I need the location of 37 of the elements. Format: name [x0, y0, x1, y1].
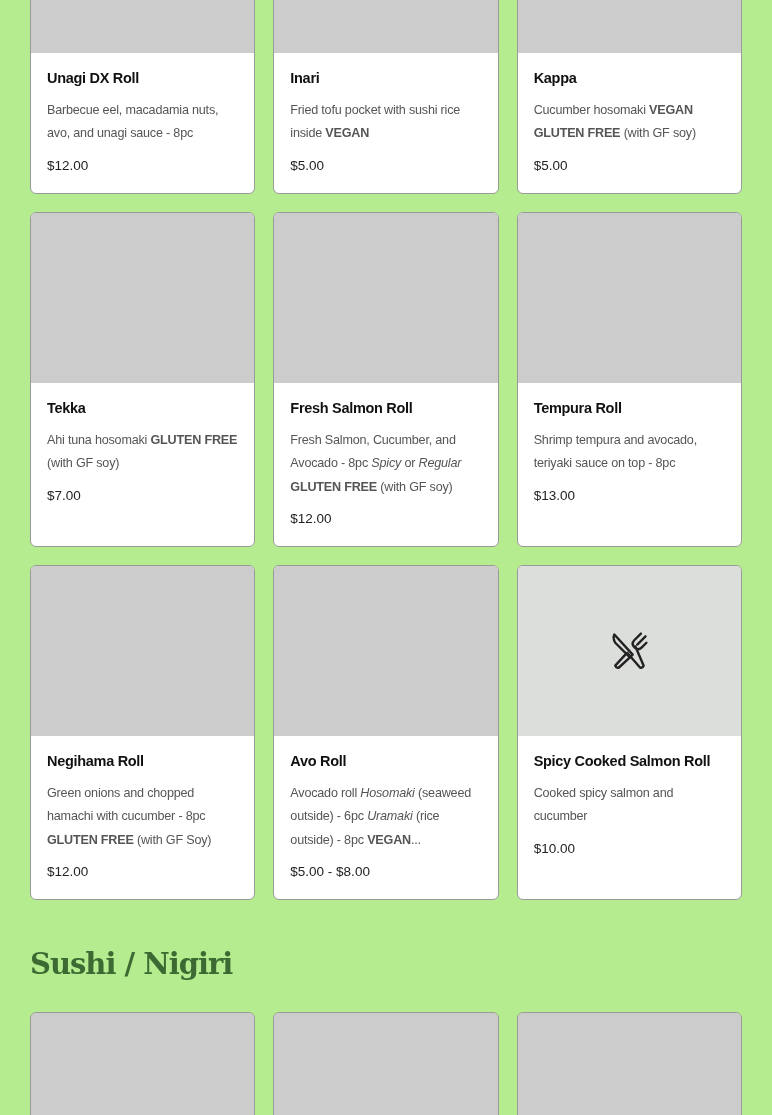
menu-card[interactable]: Tekka Ahi tuna hosomaki GLUTEN FREE (with GF soy) $7.00	[30, 211, 256, 548]
item-description: Fresh Salmon, Cucumber, and Avocado - 8pc Spicy or Regular GLUTEN FREE (with GF soy)	[290, 431, 463, 496]
item-description: Green onions and chopped hamachi with cucumber - 8pc GLUTEN FREE (with GF Soy)	[47, 785, 213, 849]
menu-card[interactable]: Fresh Salmon Roll Fresh Salmon, Cucumber, and Avocado - 8pc Spicy or Regular GLUTEN FREE (with GF soy) $12.00	[273, 211, 499, 548]
item-name: Spicy Cooked Salmon Roll	[533, 752, 712, 772]
item-description: Shrimp tempura and avocado, teriyaki sauce on top - 8pc	[533, 431, 698, 473]
item-price: $10.00	[533, 839, 576, 858]
item-name: Kappa	[533, 69, 578, 88]
menu-card[interactable]: Kappa Cucumber hosomaki VEGAN GLUTEN FREE (with GF soy) $5.00	[516, 0, 742, 194]
item-description: Avocado roll Hosomaki (seaweed outside) - 6pc Uramaki (rice outside) - 8pc VEGAN...	[290, 785, 472, 849]
item-price: $12.00	[290, 510, 333, 529]
item-description: Fried tofu pocket with sushi rice inside VEGAN	[290, 102, 462, 143]
item-name: Fresh Salmon Roll	[290, 398, 414, 418]
menu-card[interactable]: Spicy Cooked Salmon Roll Cooked spicy salmon and cucumber $10.00	[516, 565, 742, 901]
item-price: $13.00	[533, 486, 576, 505]
item-price: $5.00	[533, 156, 569, 175]
item-name: Avo Roll	[290, 752, 348, 772]
menu-card[interactable]: Negihama Roll Green onions and chopped hamachi with cucumber - 8pc GLUTEN FREE (with GF Soy) $12.00	[30, 565, 256, 901]
item-description: Barbecue eel, macadamia nuts, avo, and unagi sauce - 8pc	[47, 102, 220, 143]
item-price: $5.00	[290, 156, 326, 175]
item-price: $7.00	[47, 486, 82, 505]
item-price: $12.00	[47, 863, 90, 882]
item-price: $12.00	[47, 156, 90, 175]
item-description: Cucumber hosomaki VEGAN GLUTEN FREE (with GF soy)	[533, 102, 697, 143]
item-price: $5.00 - $8.00	[290, 863, 371, 882]
item-description: Cooked spicy salmon and cucumber	[533, 785, 675, 826]
item-name: Unagi DX Roll	[47, 69, 140, 88]
menu-card[interactable]: Inari Fried tofu pocket with sushi rice inside VEGAN $5.00	[273, 0, 499, 194]
item-name: Inari	[290, 69, 321, 88]
item-name: Tempura Roll	[533, 398, 623, 418]
item-name: Negihama Roll	[47, 752, 145, 772]
menu-card[interactable]: Unagi DX Roll Barbecue eel, macadamia nuts, avo, and unagi sauce - 8pc $12.00	[30, 0, 256, 194]
menu-card[interactable]: Avo Roll Avocado roll Hosomaki (seaweed outside) - 6pc Uramaki (rice outside) - 8pc VEGAN... $5.00 - $8.00	[273, 565, 499, 901]
menu-card[interactable]: Tempura Roll Shrimp tempura and avocado, teriyaki sauce on top - 8pc $13.00	[516, 211, 742, 548]
section-heading: Sushi / Nigiri	[30, 946, 234, 984]
item-description: Ahi tuna hosomaki GLUTEN FREE (with GF soy)	[47, 431, 239, 473]
item-name: Tekka	[47, 398, 87, 418]
